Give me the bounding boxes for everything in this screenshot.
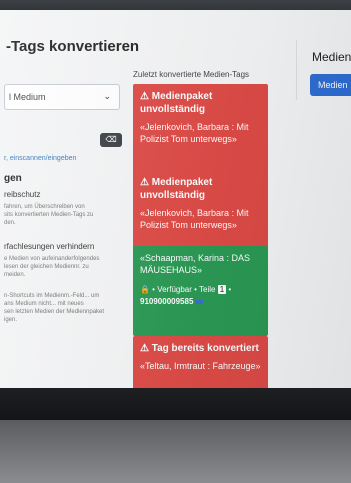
card-text: «Teltau, Irmtraut : Fahrzeuge» — [140, 361, 261, 371]
card-meta-suffix: • — [228, 285, 232, 294]
tag-card: «Schaapman, Karina : DAS MÄUSEHAUS» 🔒 • … — [133, 246, 268, 336]
column-divider — [296, 40, 297, 100]
card-title: ⚠ Tag bereits konvertiert — [140, 343, 259, 354]
option-desc-prevent-multiple: e Medien von aufeinanderfolgendes lesen d… — [4, 256, 100, 278]
photo-frame: -Tags konvertieren l Medium ⌄ ⌫ r, einsc… — [0, 0, 351, 483]
card-meta: 🔒 • Verfügbar • Teile 1 • — [140, 284, 261, 295]
option-title-prevent-multiple[interactable]: rfachlesungen verhindern — [4, 242, 94, 251]
card-text: «Schaapman, Karina : DAS MÄUSEHAUS» — [140, 253, 251, 275]
card-title: ⚠ Medienpaket unvollständig — [140, 177, 213, 201]
tag-card: ⚠ Medienpaket unvollständig «Jelenkovich… — [133, 170, 268, 252]
option-desc-write-protect: fahren, um Überschreiben von sits konvert… — [4, 204, 94, 226]
page-title: -Tags konvertieren — [6, 38, 140, 55]
tag-card: ⚠ Tag bereits konvertiert «Teltau, Irmtr… — [133, 336, 268, 388]
card-media-id: 910900009585 — [140, 297, 261, 306]
option-title-write-protect[interactable]: reibschutz — [4, 190, 40, 199]
part-number-badge: 1 — [217, 285, 227, 294]
medium-select-value: l Medium — [9, 92, 46, 102]
right-panel-title: Medien — [312, 50, 351, 64]
desk-surface — [0, 420, 351, 483]
medium-select[interactable]: l Medium ⌄ — [4, 84, 120, 110]
chevron-down-icon: ⌄ — [103, 91, 111, 101]
media-id-text: 910900009585 — [140, 297, 194, 306]
clear-input-button[interactable]: ⌫ — [100, 133, 122, 147]
card-title: ⚠ Medienpaket unvollständig — [140, 91, 213, 115]
screen: -Tags konvertieren l Medium ⌄ ⌫ r, einsc… — [0, 10, 351, 388]
settings-section-heading: gen — [4, 173, 22, 184]
tag-card: ⚠ Medienpaket unvollständig «Jelenkovich… — [133, 84, 268, 172]
option-desc-shortcuts: n-Shortcuts im Medienm.-Feld... um ans Me… — [4, 293, 105, 323]
scan-link[interactable]: r, einscannen/eingeben — [4, 155, 76, 162]
card-text: «Jelenkovich, Barbara : Mit Polizist Tom… — [140, 122, 249, 144]
card-meta-prefix: 🔒 • Verfügbar • Teile — [140, 285, 216, 294]
card-text: «Jelenkovich, Barbara : Mit Polizist Tom… — [140, 208, 249, 230]
recent-tags-heading: Zuletzt konvertierte Medien-Tags — [133, 70, 250, 79]
media-button[interactable]: Medien — [310, 74, 351, 96]
link-icon — [195, 299, 204, 304]
